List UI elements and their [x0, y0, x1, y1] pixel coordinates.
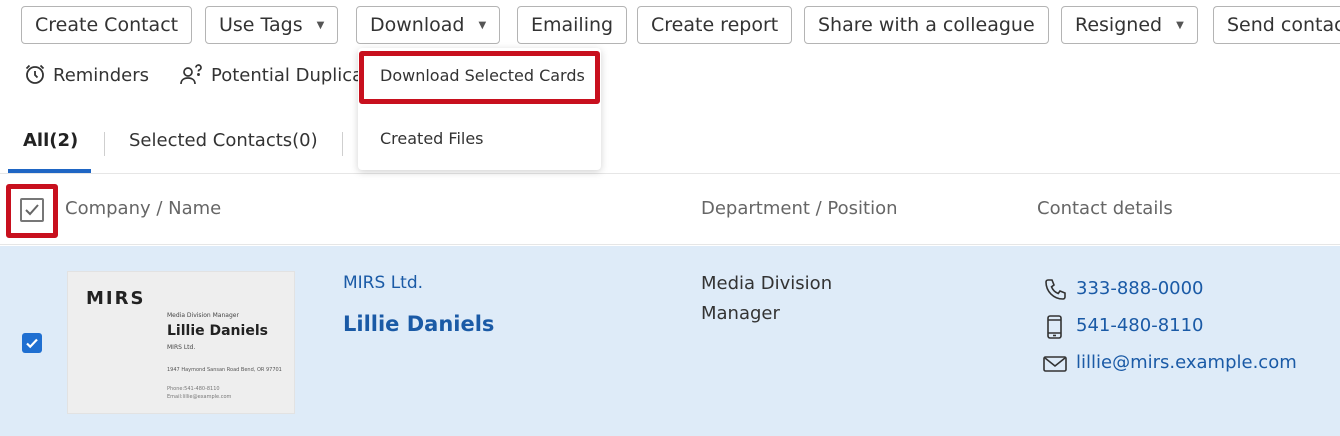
mobile-icon [1047, 315, 1062, 339]
header-contact-details: Contact details [1037, 198, 1173, 219]
company-link[interactable]: MIRS Ltd. [343, 273, 423, 293]
tab-divider [342, 132, 343, 156]
checkmark-icon [26, 338, 38, 349]
download-button[interactable]: Download ▼ [356, 6, 501, 44]
card-logo: MIRS [86, 288, 146, 309]
person-question-icon [180, 64, 202, 85]
envelope-icon [1043, 356, 1067, 372]
share-with-colleague-button[interactable]: Share with a colleague [804, 6, 1049, 44]
email-address: lillie@mirs.example.com [1076, 352, 1297, 373]
secondary-actions: Reminders Potential Duplica [0, 58, 1340, 94]
phone-number: 333-888-0000 [1076, 278, 1204, 299]
card-email: Email:lillie@example.com [167, 394, 232, 400]
caret-down-icon: ▼ [1176, 20, 1184, 31]
tab-selected-contacts[interactable]: Selected Contacts(0) [129, 118, 318, 168]
create-report-button[interactable]: Create report [637, 6, 793, 44]
row-checkbox[interactable] [22, 333, 42, 353]
alarm-clock-icon [25, 64, 45, 84]
caret-down-icon: ▼ [316, 20, 325, 31]
reminders-link[interactable]: Reminders [23, 58, 149, 94]
created-files-item[interactable]: Created Files [380, 129, 484, 148]
send-contact-button[interactable]: Send contac [1213, 6, 1340, 44]
phone-icon [1045, 279, 1066, 300]
table-header: Company / Name Department / Position Con… [0, 175, 1340, 245]
create-contact-button[interactable]: Create Contact [21, 6, 193, 44]
card-phone: Phone:541-480-8110 [167, 386, 220, 392]
active-tab-indicator [8, 169, 91, 173]
resigned-button[interactable]: Resigned ▼ [1061, 6, 1198, 44]
contact-name-link[interactable]: Lillie Daniels [343, 312, 494, 336]
potential-duplicates-link[interactable]: Potential Duplica [179, 58, 363, 94]
card-address: 1947 Haymond Sansan Road Bend, OR 97701 [167, 367, 282, 373]
position: Manager [701, 303, 780, 324]
table-row[interactable]: MIRS Media Division Manager Lillie Danie… [0, 246, 1340, 436]
toolbar: Create Contact Use Tags ▼ Download ▼ Email… [0, 0, 1340, 50]
download-dropdown-menu: Download Selected Cards Created Files [358, 48, 601, 170]
checkmark-icon [25, 204, 39, 216]
mobile-number: 541-480-8110 [1076, 315, 1204, 336]
emailing-button[interactable]: Emailing [517, 6, 628, 44]
card-name: Lillie Daniels [167, 323, 268, 339]
business-card-image[interactable]: MIRS Media Division Manager Lillie Danie… [67, 271, 295, 414]
select-all-checkbox[interactable] [20, 198, 44, 222]
contact-tabs: All(2) Selected Contacts(0) [0, 118, 1340, 174]
caret-down-icon: ▼ [478, 20, 487, 31]
department: Media Division [701, 273, 833, 294]
header-company-name: Company / Name [65, 198, 222, 219]
card-company: MIRS Ltd. [167, 344, 196, 351]
header-dept-position: Department / Position [701, 198, 898, 219]
tab-divider [104, 132, 105, 156]
download-selected-cards-item[interactable]: Download Selected Cards [380, 66, 585, 85]
card-title: Media Division Manager [167, 312, 239, 319]
tab-all[interactable]: All(2) [23, 118, 78, 168]
use-tags-button[interactable]: Use Tags ▼ [205, 6, 339, 44]
